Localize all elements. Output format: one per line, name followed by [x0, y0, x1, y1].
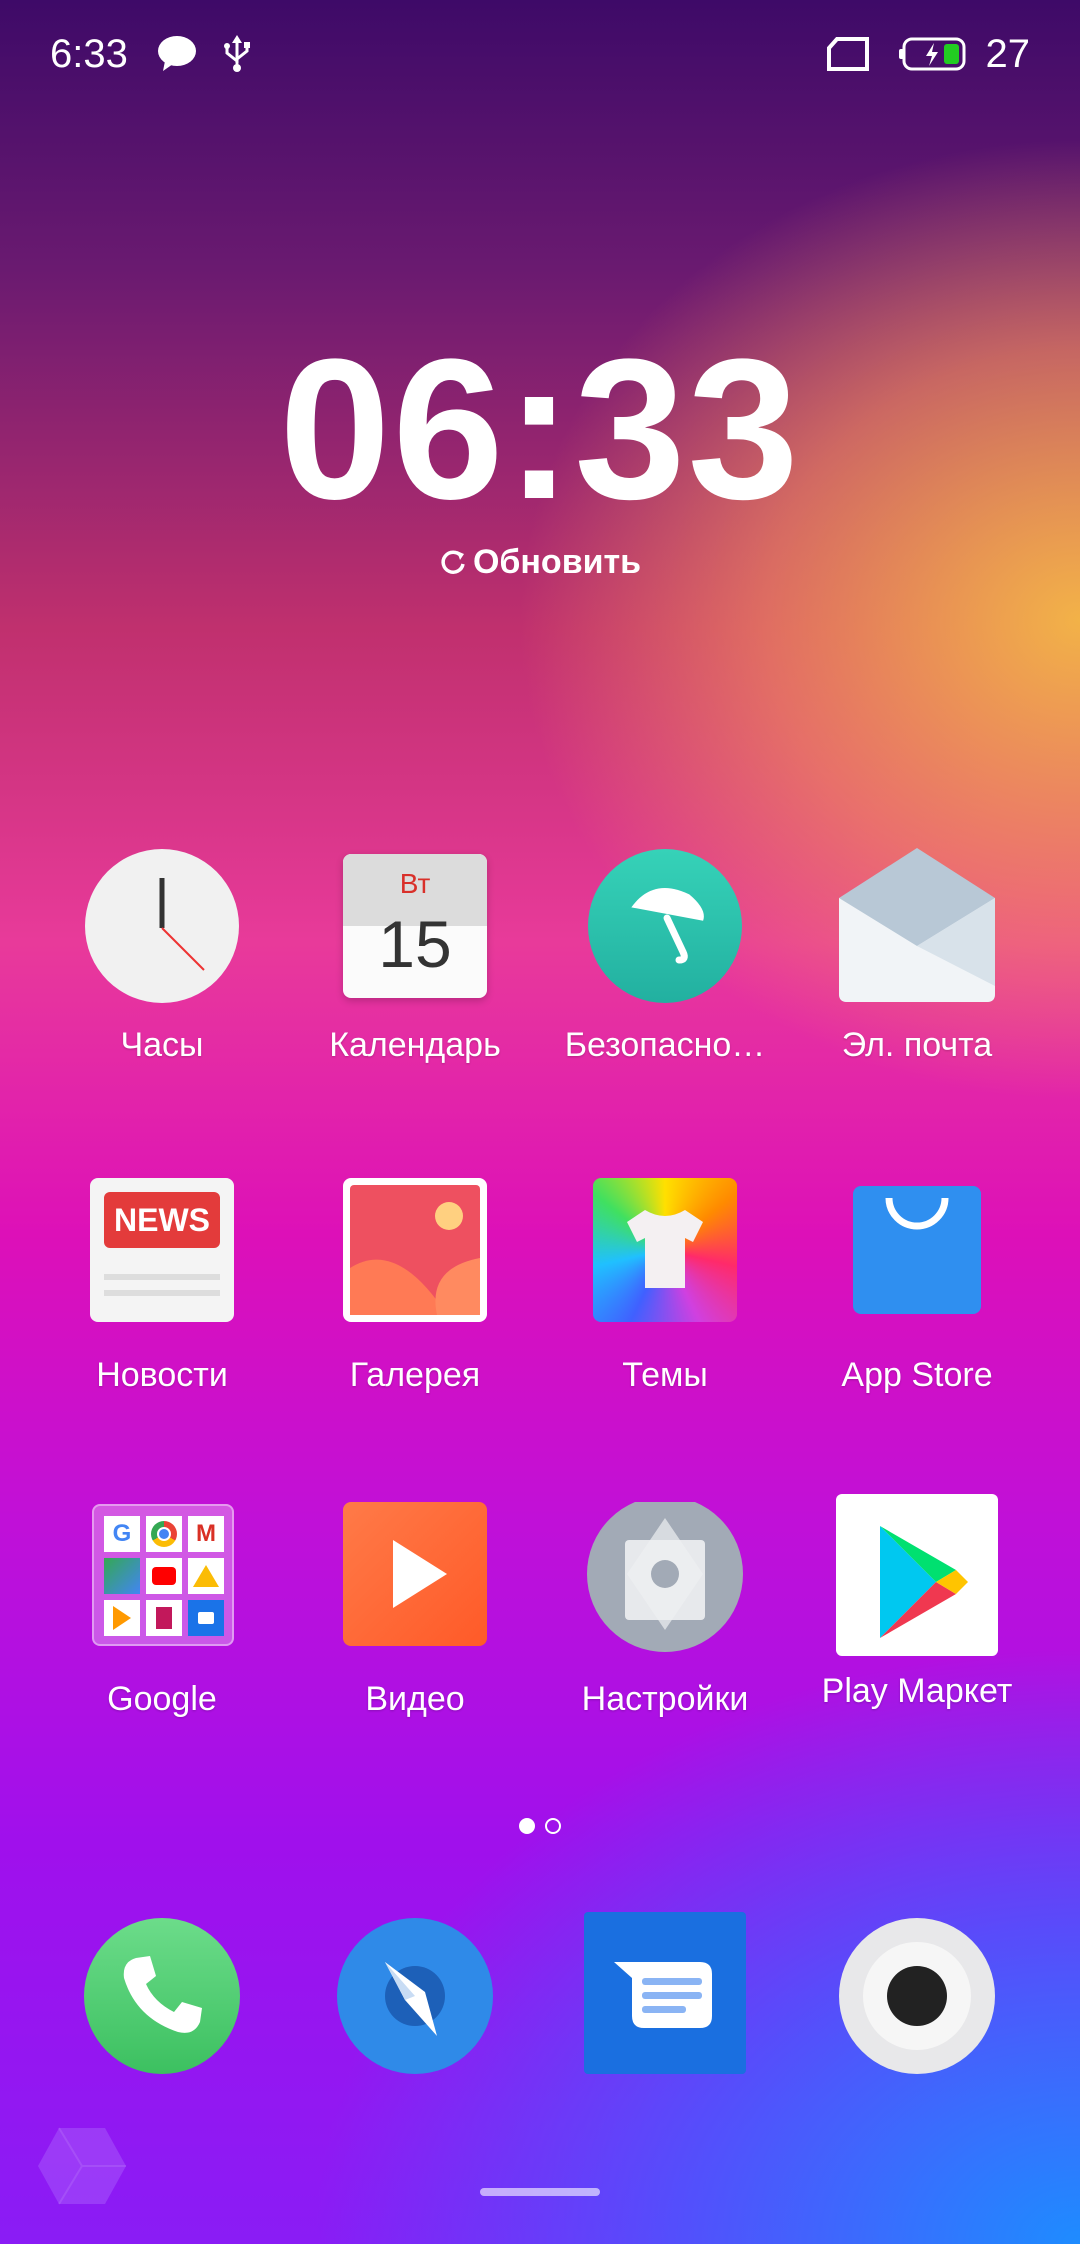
sim-icon — [827, 37, 870, 71]
app-label: App Store — [841, 1356, 993, 1394]
app-news[interactable]: NEWS Новости — [32, 1178, 292, 1395]
refresh-icon — [441, 550, 465, 574]
app-app-store[interactable]: App Store — [787, 1178, 1047, 1395]
news-badge: NEWS — [104, 1192, 220, 1248]
watermark-hexagon-icon — [38, 2127, 126, 2205]
refresh-button[interactable]: Обновить — [0, 543, 1080, 582]
page-dot[interactable] — [545, 1818, 561, 1834]
app-google-folder[interactable]: GM Google — [32, 1502, 292, 1719]
app-label: Безопасно… — [564, 1026, 766, 1064]
dock-phone[interactable] — [32, 1918, 292, 2074]
status-time: 6:33 — [50, 32, 128, 76]
message-icon — [157, 36, 196, 71]
security-umbrella-icon — [587, 848, 743, 1004]
app-email[interactable]: Эл. почта — [787, 848, 1047, 1065]
app-label: Настройки — [581, 1680, 749, 1718]
email-icon — [839, 848, 995, 1004]
app-store-icon — [839, 1178, 995, 1334]
app-themes[interactable]: Темы — [535, 1178, 795, 1395]
google-folder-icon: GM — [84, 1502, 240, 1658]
app-play-store[interactable]: Play Маркет — [787, 1494, 1047, 1711]
app-calendar[interactable]: Вт 15 Календарь — [285, 848, 545, 1065]
battery-charging-icon — [899, 37, 966, 71]
clock-icon — [84, 848, 240, 1004]
app-video[interactable]: Видео — [285, 1502, 545, 1719]
clock-widget-time[interactable]: 06:33 — [0, 330, 1080, 530]
dock-messages[interactable] — [535, 1912, 795, 2074]
app-label: Эл. почта — [841, 1026, 993, 1064]
video-icon — [337, 1502, 493, 1658]
app-label: Видео — [365, 1680, 465, 1718]
calendar-icon: Вт 15 — [337, 848, 493, 1004]
play-store-icon — [836, 1494, 998, 1656]
status-bar-left: 6:33 — [50, 32, 252, 77]
app-label: Google — [107, 1680, 217, 1718]
app-label: Темы — [622, 1356, 708, 1394]
battery-level: 27 — [985, 32, 1031, 76]
phone-icon — [84, 1918, 240, 2074]
browser-icon — [337, 1918, 493, 2074]
dock-camera[interactable] — [787, 1918, 1047, 2074]
app-label: Часы — [120, 1026, 204, 1064]
app-label: Новости — [96, 1356, 228, 1394]
app-gallery[interactable]: Галерея — [285, 1178, 545, 1395]
camera-icon — [839, 1918, 995, 2074]
dock-browser[interactable] — [285, 1918, 545, 2074]
app-security[interactable]: Безопасно… — [535, 848, 795, 1065]
gallery-icon — [337, 1178, 493, 1334]
messages-icon — [584, 1912, 746, 2074]
news-icon: NEWS — [84, 1178, 240, 1334]
calendar-day: 15 — [378, 907, 452, 981]
usb-icon — [224, 35, 251, 72]
page-dot-active[interactable] — [519, 1818, 535, 1834]
app-clock[interactable]: Часы — [32, 848, 292, 1065]
page-indicator — [0, 1818, 1080, 1839]
home-gesture-handle[interactable] — [480, 2188, 600, 2196]
app-label: Календарь — [329, 1026, 501, 1064]
themes-icon — [587, 1178, 743, 1334]
settings-icon — [587, 1496, 743, 1658]
status-bar-right: 27 — [827, 32, 1030, 77]
app-settings[interactable]: Настройки — [535, 1496, 795, 1719]
app-label: Галерея — [349, 1356, 481, 1394]
refresh-label: Обновить — [472, 543, 642, 581]
app-label: Play Маркет — [821, 1672, 1013, 1710]
